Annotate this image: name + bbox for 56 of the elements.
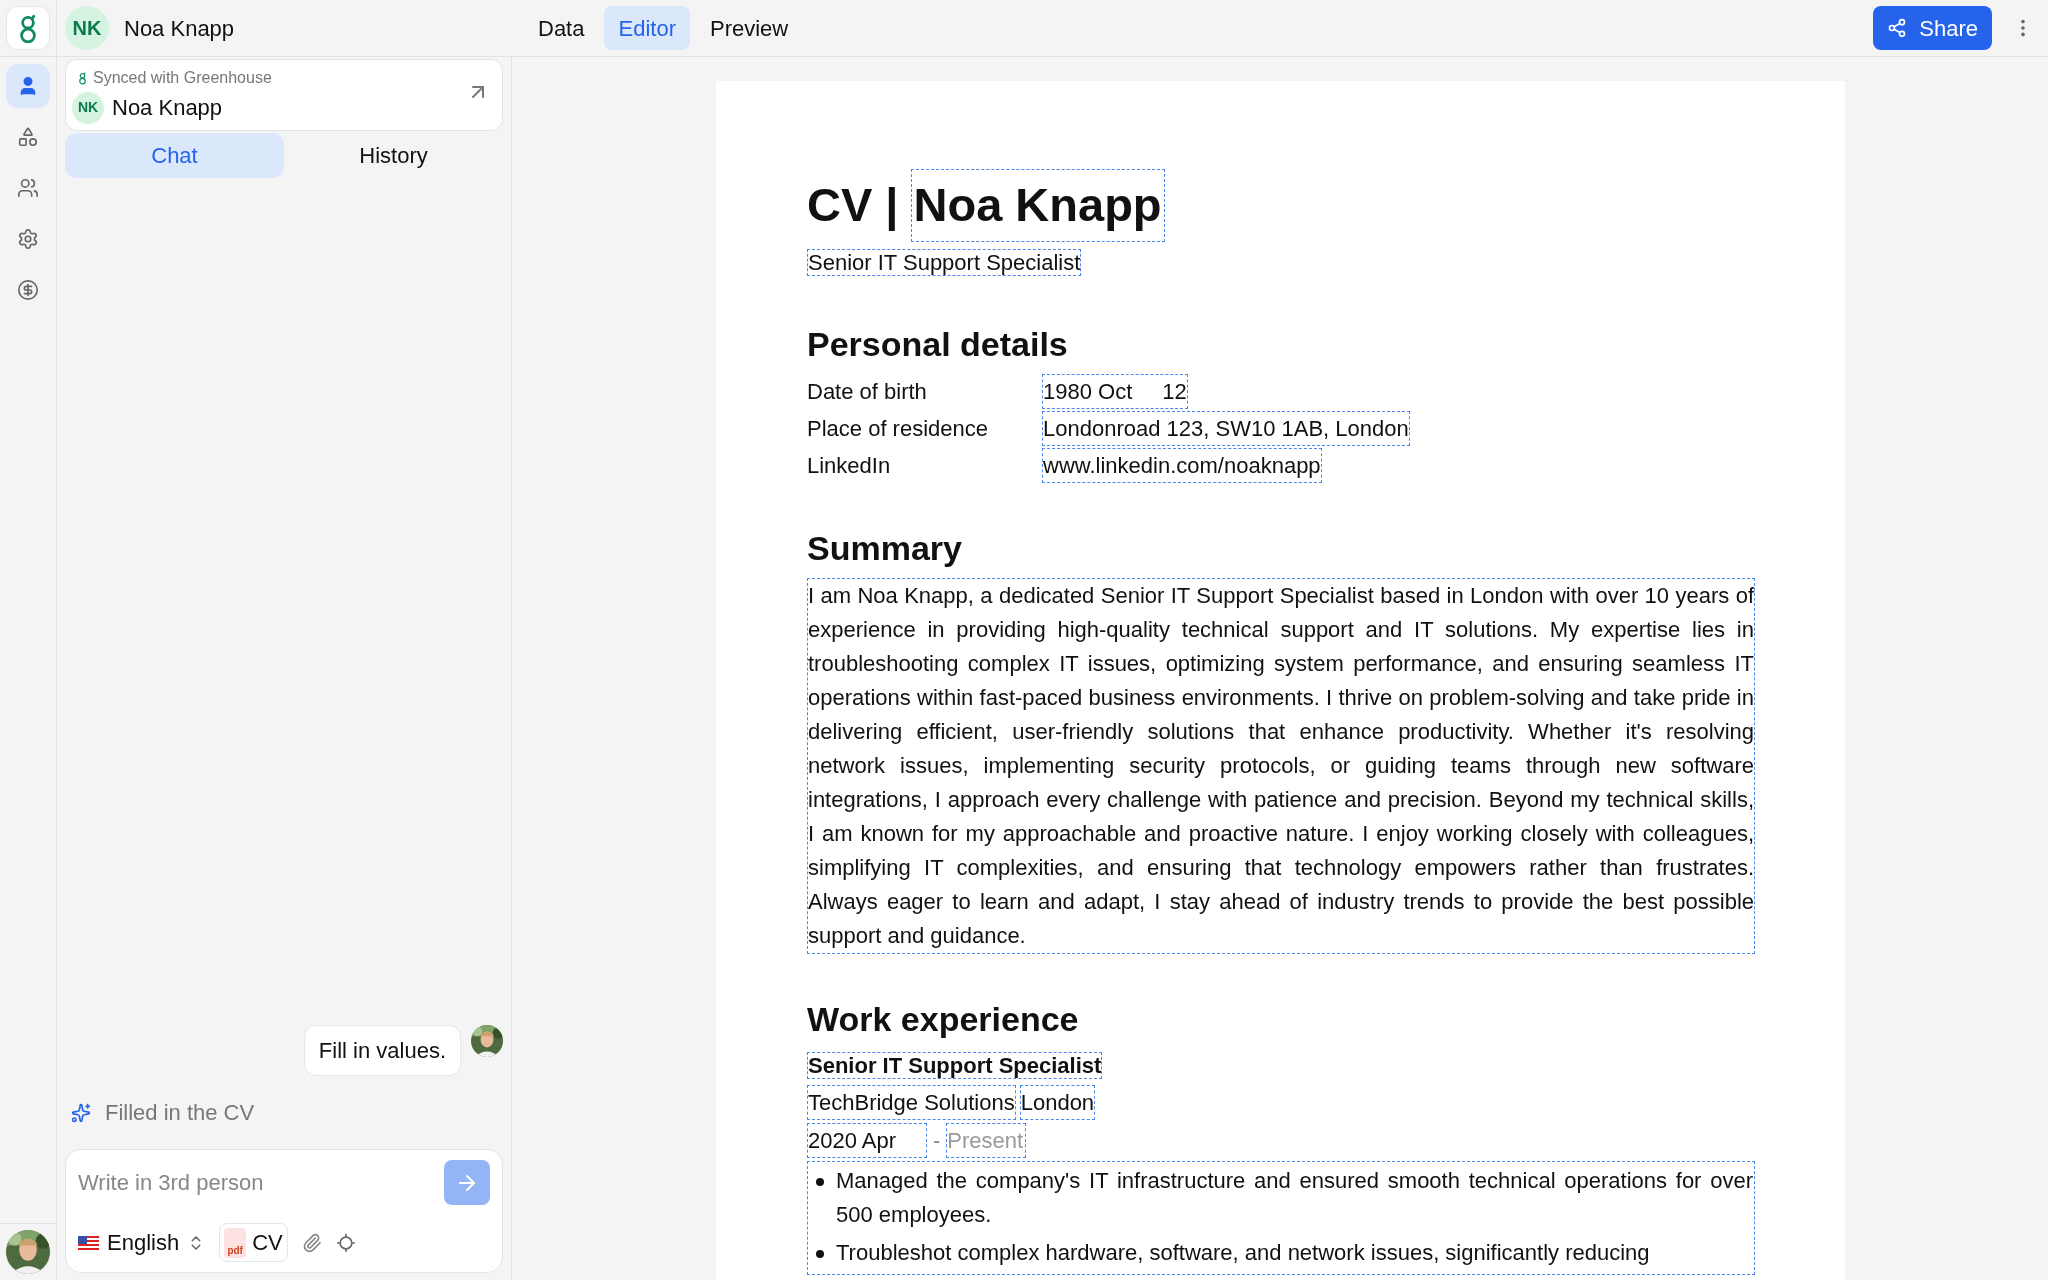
- detail-label: LinkedIn: [807, 451, 892, 480]
- settings-icon: [17, 228, 39, 250]
- detail-field[interactable]: www.linkedin.com/noaknapp: [1042, 447, 1322, 483]
- bullet-list-field[interactable]: Managed the company's IT infrastructure and ensured smooth technical operations for over 500 employees. Troubleshot complex hardware, software, and network issues, significantly reducing: [807, 1160, 1755, 1275]
- summary-field[interactable]: I am Noa Knapp, a dedicated Senior IT Support Specialist based in London with over 10 years of experience in providing high-quality technical support and IT solutions. My expertise lies in troubleshooting complex IT issues, optimizing system performance, and ensuring seamless IT operations within fast-paced business environments. I thrive on problem-solving and take pride in delivering efficient, user-friendly solutions that enhance productivity. Whether it's resolving network issues, implementing security protocols, or guiding teams through new software integrations, I approach every challenge with patience and precision. Beyond my technical skills, I am known for my approachable and proactive nature. I enjoy working closely with colleagues, simplifying IT complexities, and ensuring that technology empowers rather than frustrates. Always eager to learn and adapt, I stay ahead of industry trends to provide the best possible support and guidance.: [807, 577, 1755, 954]
- app-logo[interactable]: [6, 6, 50, 50]
- logo-icon: [78, 71, 87, 85]
- file-badge: pdf: [224, 1227, 247, 1258]
- chat-message: Fill in values.: [303, 1025, 461, 1076]
- paperclip-icon[interactable]: [301, 1232, 322, 1253]
- cv-title: CV |: [807, 177, 899, 233]
- section-heading: Summary: [807, 527, 963, 569]
- panel-tab[interactable]: History: [284, 133, 503, 178]
- detail-label: Date of birth: [807, 377, 928, 406]
- target-icon[interactable]: [335, 1232, 356, 1253]
- date-separator: -: [933, 1126, 941, 1155]
- shapes-icon: [17, 126, 39, 148]
- attachment-label: CV: [252, 1229, 283, 1257]
- message-input[interactable]: Write in 3rd person: [78, 1166, 436, 1199]
- detail-label: Place of residence: [807, 414, 989, 443]
- people-icon: [17, 177, 39, 199]
- nav-tab[interactable]: Editor: [604, 6, 690, 50]
- attachment-chip[interactable]: pdf CV: [219, 1223, 288, 1262]
- sparkle-icon: [71, 1102, 91, 1123]
- logo-icon: [17, 12, 39, 44]
- language-select[interactable]: English: [78, 1226, 206, 1259]
- company-field[interactable]: TechBridge Solutions: [807, 1084, 1016, 1120]
- bullet-icon: [816, 1177, 824, 1186]
- start-date-field[interactable]: 2020 Apr: [807, 1122, 927, 1158]
- candidate-name: Noa Knapp: [112, 94, 223, 122]
- bullet-text: Managed the company's IT infrastructure and ensured smooth technical operations for over 500 employees.: [836, 1166, 1753, 1229]
- section-heading: Personal details: [807, 323, 1069, 365]
- name-field[interactable]: Noa Knapp: [910, 169, 1165, 242]
- dollar-icon: [17, 279, 39, 301]
- panel-tab[interactable]: Chat: [65, 133, 284, 178]
- detail-field[interactable]: Londonroad 123, SW10 1AB, London: [1042, 410, 1410, 446]
- detail-field[interactable]: 1980 Oct 12: [1042, 373, 1188, 409]
- avatar-initials: NK: [65, 6, 109, 50]
- status-message: Filled in the CV: [105, 1099, 255, 1127]
- section-heading: Work experience: [807, 998, 1080, 1040]
- nav-tab[interactable]: Data: [524, 6, 599, 50]
- avatar-initials: NK: [72, 91, 104, 124]
- candidate-name: Noa Knapp: [124, 14, 235, 43]
- bullet-text: Troubleshot complex hardware, software, and network issues, significantly reducing: [836, 1238, 1650, 1267]
- role-field[interactable]: Senior IT Support Specialist: [807, 1051, 1103, 1079]
- flag-icon: [78, 1235, 99, 1250]
- bullet-icon: [816, 1249, 824, 1258]
- candidate-card[interactable]: Synced with Greenhouse NK Noa Knapp: [65, 59, 503, 131]
- nav-tab[interactable]: Preview: [695, 6, 803, 50]
- end-date-field[interactable]: Present: [946, 1122, 1027, 1158]
- share-button[interactable]: Share: [1873, 6, 1992, 50]
- sync-status: Synced with Greenhouse: [93, 68, 272, 88]
- job-title-field[interactable]: Senior IT Support Specialist: [807, 248, 1082, 276]
- sidebar-item[interactable]: [6, 64, 50, 108]
- location-field[interactable]: London: [1019, 1084, 1096, 1120]
- share-icon: [1887, 18, 1908, 38]
